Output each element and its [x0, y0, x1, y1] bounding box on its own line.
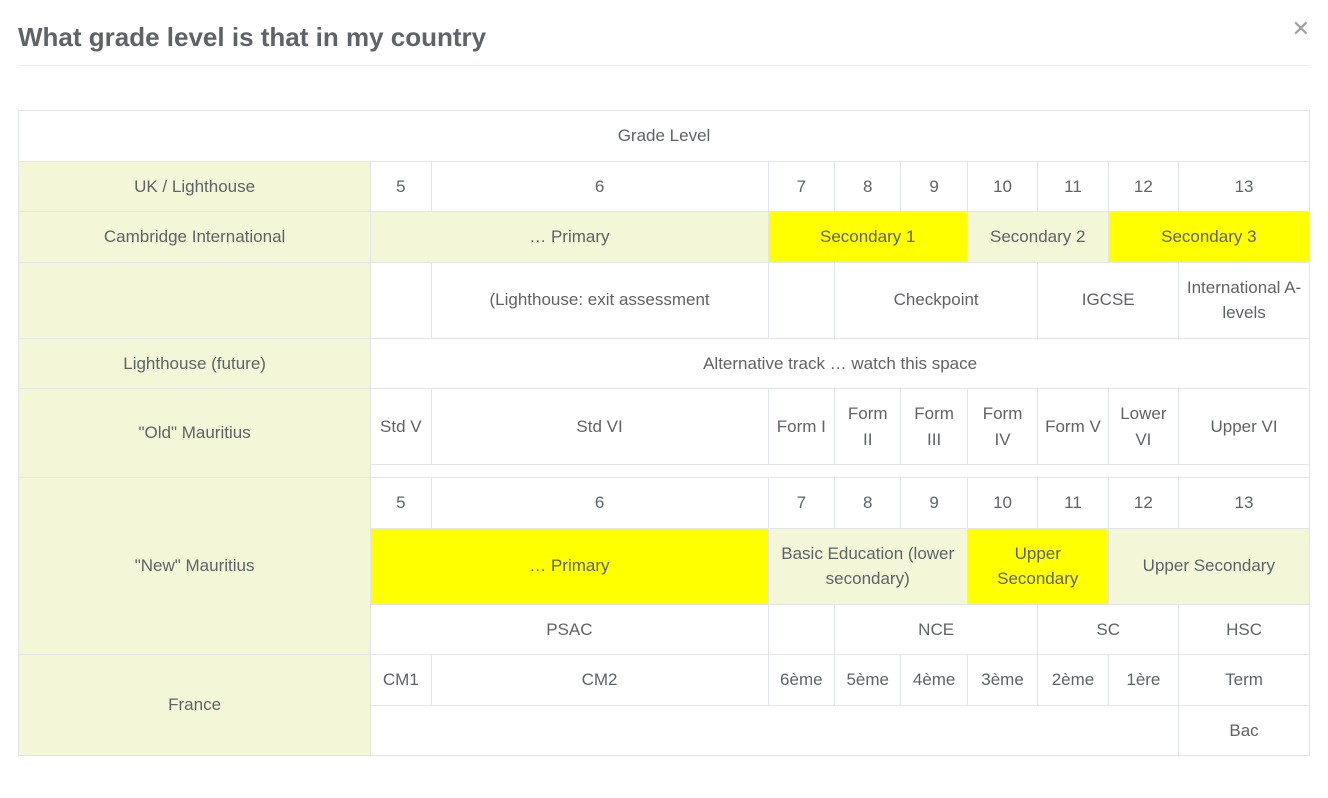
new-mau-blank-7 — [768, 604, 834, 655]
cambridge-blank-5 — [371, 262, 431, 338]
france-bac: Bac — [1179, 705, 1310, 756]
old-mau-form3: Form III — [901, 389, 967, 465]
new-mau-5: 5 — [371, 478, 431, 529]
row-france-grades: France CM1 CM2 6ème 5ème 4ème 3ème 2ème … — [19, 655, 1310, 706]
old-mau-form4: Form IV — [967, 389, 1037, 465]
close-button[interactable]: ✕ — [1292, 18, 1310, 40]
france-2eme: 2ème — [1038, 655, 1108, 706]
row-lighthouse-future: Lighthouse (future) Alternative track … … — [19, 338, 1310, 389]
grade-level-modal: What grade level is that in my country ✕… — [0, 0, 1328, 798]
new-mau-7: 7 — [768, 478, 834, 529]
uk-grade-5: 5 — [371, 161, 431, 212]
label-future: Lighthouse (future) — [19, 338, 371, 389]
old-mau-stdv: Std V — [371, 389, 431, 465]
france-cm1: CM1 — [371, 655, 431, 706]
cambridge-exit: (Lighthouse: exit assessment — [431, 262, 768, 338]
new-mau-nce: NCE — [835, 604, 1038, 655]
uk-grade-7: 7 — [768, 161, 834, 212]
france-6eme: 6ème — [768, 655, 834, 706]
row-cambridge-stages: Cambridge International … Primary Second… — [19, 212, 1310, 263]
new-mau-psac: PSAC — [371, 604, 768, 655]
label-uk: UK / Lighthouse — [19, 161, 371, 212]
label-france: France — [19, 655, 371, 756]
new-mau-9: 9 — [901, 478, 967, 529]
future-note: Alternative track … watch this space — [371, 338, 1310, 389]
modal-title: What grade level is that in my country — [18, 18, 486, 57]
cambridge-checkpoint: Checkpoint — [835, 262, 1038, 338]
new-mau-hsc: HSC — [1179, 604, 1310, 655]
label-cambridge: Cambridge International — [19, 212, 371, 263]
row-uk: UK / Lighthouse 5 6 7 8 9 10 11 12 13 — [19, 161, 1310, 212]
old-mau-form5: Form V — [1038, 389, 1108, 465]
label-old-mauritius: "Old" Mauritius — [19, 389, 371, 478]
new-mau-6: 6 — [431, 478, 768, 529]
header-grade-level: Grade Level — [19, 111, 1310, 162]
uk-grade-11: 11 — [1038, 161, 1108, 212]
new-mau-upper-sec1: Upper Secondary — [967, 528, 1108, 604]
uk-grade-9: 9 — [901, 161, 967, 212]
cambridge-primary: … Primary — [371, 212, 768, 263]
new-mau-primary: … Primary — [371, 528, 768, 604]
new-mau-11: 11 — [1038, 478, 1108, 529]
cambridge-secondary1: Secondary 1 — [768, 212, 967, 263]
old-mau-blank-row — [371, 465, 1310, 478]
new-mau-13: 13 — [1179, 478, 1310, 529]
uk-grade-12: 12 — [1108, 161, 1178, 212]
cambridge-secondary2: Secondary 2 — [967, 212, 1108, 263]
new-mau-basic: Basic Education (lower secondary) — [768, 528, 967, 604]
old-mau-lower6: Lower VI — [1108, 389, 1178, 465]
grade-table-wrap: Grade Level UK / Lighthouse 5 6 7 8 9 10… — [18, 110, 1310, 756]
france-term: Term — [1179, 655, 1310, 706]
new-mau-sc: SC — [1038, 604, 1179, 655]
cambridge-blank-7 — [768, 262, 834, 338]
modal-header: What grade level is that in my country ✕ — [18, 0, 1310, 66]
new-mau-8: 8 — [835, 478, 901, 529]
france-3eme: 3ème — [967, 655, 1037, 706]
row-new-mauritius-grades: "New" Mauritius 5 6 7 8 9 10 11 12 13 — [19, 478, 1310, 529]
old-mau-upper6: Upper VI — [1179, 389, 1310, 465]
new-mau-10: 10 — [967, 478, 1037, 529]
new-mau-upper-sec2: Upper Secondary — [1108, 528, 1309, 604]
table-header-row: Grade Level — [19, 111, 1310, 162]
old-mau-form2: Form II — [835, 389, 901, 465]
france-4eme: 4ème — [901, 655, 967, 706]
france-blank — [371, 705, 1179, 756]
uk-grade-10: 10 — [967, 161, 1037, 212]
row-cambridge-exams: (Lighthouse: exit assessment Checkpoint … — [19, 262, 1310, 338]
cambridge-secondary3: Secondary 3 — [1108, 212, 1309, 263]
uk-grade-6: 6 — [431, 161, 768, 212]
close-icon: ✕ — [1292, 16, 1310, 41]
france-cm2: CM2 — [431, 655, 768, 706]
uk-grade-13: 13 — [1179, 161, 1310, 212]
france-1ere: 1ère — [1108, 655, 1178, 706]
row-old-mauritius: "Old" Mauritius Std V Std VI Form I Form… — [19, 389, 1310, 465]
label-new-mauritius: "New" Mauritius — [19, 478, 371, 655]
label-cambridge-blank — [19, 262, 371, 338]
grade-table: Grade Level UK / Lighthouse 5 6 7 8 9 10… — [18, 110, 1310, 756]
uk-grade-8: 8 — [835, 161, 901, 212]
france-5eme: 5ème — [835, 655, 901, 706]
cambridge-alevels: International A-levels — [1179, 262, 1310, 338]
old-mau-stdvi: Std VI — [431, 389, 768, 465]
cambridge-igcse: IGCSE — [1038, 262, 1179, 338]
old-mau-form1: Form I — [768, 389, 834, 465]
new-mau-12: 12 — [1108, 478, 1178, 529]
